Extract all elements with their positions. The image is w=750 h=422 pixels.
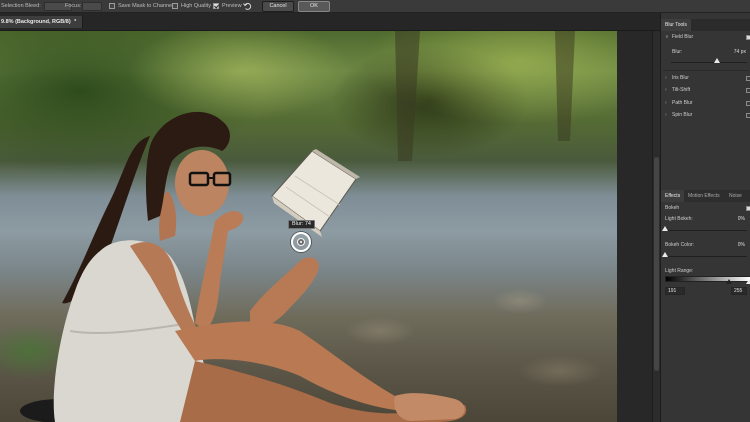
light-range-high-thumb[interactable]	[746, 279, 750, 284]
high-quality-label: High Quality	[181, 3, 211, 9]
iris-blur-row[interactable]: › Iris Blur	[661, 73, 750, 84]
focus-field[interactable]	[82, 2, 102, 11]
chevron-right-icon[interactable]: ›	[665, 98, 667, 109]
blur-slider-thumb[interactable]	[713, 58, 720, 63]
document-tab[interactable]: 9.8% (Background, RGB/8) *	[0, 16, 84, 28]
field-blur-row[interactable]: ∨ Field Blur	[661, 32, 750, 43]
spin-blur-label: Spin Blur	[672, 112, 693, 118]
light-bokeh-label: Light Bokeh:	[665, 216, 693, 222]
field-blur-checkbox[interactable]	[746, 35, 750, 40]
ok-button[interactable]: OK	[298, 1, 330, 12]
preview-checkbox[interactable]	[213, 3, 219, 9]
blur-gallery-panel: Blur Tools ∨ Field Blur Blur: 74 px › Ir…	[660, 13, 750, 422]
chevron-right-icon[interactable]: ›	[665, 85, 667, 96]
blur-amount-value[interactable]: 74 px	[721, 49, 746, 55]
bokeh-checkbox[interactable]	[746, 206, 750, 211]
tab-motion-effects[interactable]: Motion Effects	[684, 190, 724, 202]
bokeh-color-thumb[interactable]	[662, 252, 668, 257]
blur-pin-tooltip: Blur: 74	[288, 220, 315, 229]
bokeh-color-label: Bokeh Color:	[665, 242, 694, 248]
light-range-low-field[interactable]: 191	[665, 287, 685, 295]
blur-section-divider	[663, 70, 749, 71]
tab-effects[interactable]: Effects	[661, 190, 685, 202]
document-tab-bar: 9.8% (Background, RGB/8) *	[0, 13, 660, 31]
field-blur-pin[interactable]	[291, 232, 311, 252]
focus-label: Focus:	[65, 3, 82, 9]
blur-pin-center[interactable]	[300, 241, 302, 243]
reset-pins-icon[interactable]	[243, 2, 252, 11]
bokeh-color-value[interactable]: 0%	[727, 242, 745, 248]
save-mask-checkbox[interactable]	[109, 3, 115, 9]
options-bar: Selection Bleed: Focus: Save Mask to Cha…	[0, 0, 750, 13]
bokeh-row[interactable]: Bokeh	[661, 203, 750, 214]
save-mask-label: Save Mask to Channels	[118, 3, 177, 9]
light-range-low-thumb[interactable]	[726, 279, 732, 284]
light-bokeh-value[interactable]: 0%	[727, 216, 745, 222]
reset-arrow-graphic	[243, 2, 252, 10]
chevron-down-icon[interactable]: ∨	[665, 32, 669, 43]
tilt-shift-checkbox[interactable]	[746, 88, 750, 93]
iris-blur-checkbox[interactable]	[746, 76, 750, 81]
spin-blur-row[interactable]: › Spin Blur	[661, 110, 750, 121]
iris-blur-label: Iris Blur	[672, 75, 689, 81]
tab-blur-tools[interactable]: Blur Tools	[661, 19, 691, 31]
effects-tabstrip: Effects Motion Effects Noise	[661, 190, 750, 202]
blur-amount-label: Blur:	[672, 49, 683, 55]
canvas-vertical-scrollbar[interactable]	[652, 31, 660, 422]
scrollbar-thumb[interactable]	[654, 157, 659, 371]
tab-noise[interactable]: Noise	[725, 190, 746, 202]
image-canvas[interactable]: Blur: 74	[0, 31, 617, 422]
document-tab-title: 9.8% (Background, RGB/8)	[1, 19, 71, 25]
chevron-right-icon[interactable]: ›	[665, 73, 667, 84]
path-blur-label: Path Blur	[672, 100, 693, 106]
document-tab-menu-glyph: *	[74, 19, 77, 25]
light-range-high-field[interactable]: 255	[731, 287, 747, 295]
tilt-shift-label: Tilt-Shift	[672, 87, 691, 93]
field-blur-label: Field Blur	[672, 34, 694, 40]
spin-blur-checkbox[interactable]	[746, 113, 750, 118]
path-blur-row[interactable]: › Path Blur	[661, 98, 750, 109]
preview-label: Preview	[222, 3, 242, 9]
bokeh-color-track[interactable]	[665, 256, 747, 257]
canvas-pasteboard	[617, 31, 652, 422]
cancel-button[interactable]: Cancel	[262, 1, 294, 12]
chevron-right-icon[interactable]: ›	[665, 110, 667, 121]
blur-slider-track[interactable]	[671, 62, 747, 63]
light-bokeh-track[interactable]	[665, 230, 747, 231]
bokeh-label: Bokeh	[665, 205, 680, 211]
selection-bleed-label: Selection Bleed:	[1, 3, 41, 9]
light-bokeh-thumb[interactable]	[662, 226, 668, 231]
path-blur-checkbox[interactable]	[746, 101, 750, 106]
high-quality-checkbox[interactable]	[172, 3, 178, 9]
light-range-label: Light Range:	[665, 268, 694, 274]
tilt-shift-row[interactable]: › Tilt-Shift	[661, 85, 750, 96]
light-range-gradient[interactable]	[665, 276, 750, 282]
blur-tools-tabstrip: Blur Tools	[661, 19, 750, 31]
